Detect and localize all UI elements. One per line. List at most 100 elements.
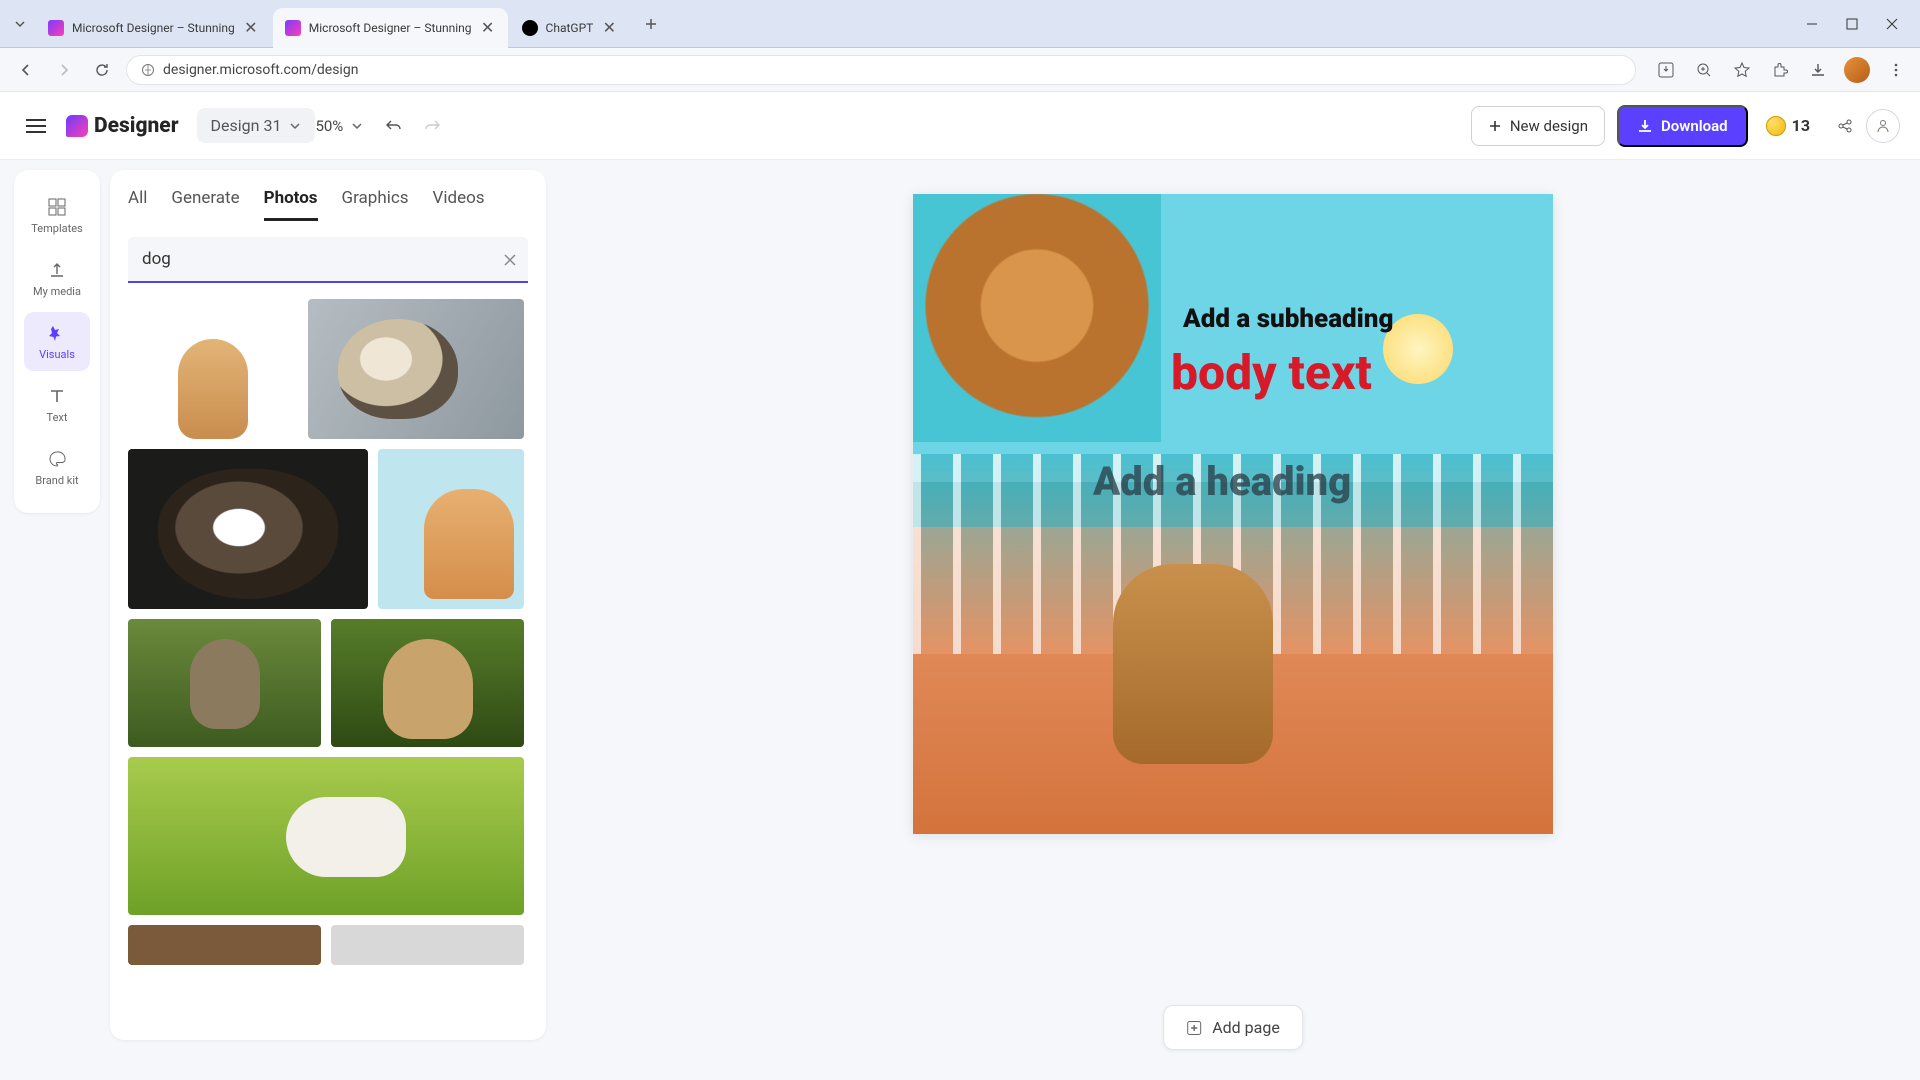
photo-result[interactable] bbox=[331, 619, 524, 747]
browser-tab[interactable]: Microsoft Designer – Stunning ✕ bbox=[36, 8, 271, 48]
rail-item-text[interactable]: Text bbox=[24, 375, 90, 434]
photo-result[interactable] bbox=[128, 925, 321, 965]
window-controls bbox=[1800, 12, 1912, 36]
undo-button[interactable] bbox=[379, 111, 409, 141]
redo-icon bbox=[423, 117, 441, 135]
url-actions bbox=[1654, 57, 1908, 83]
share-button[interactable] bbox=[1828, 109, 1862, 143]
photo-result[interactable] bbox=[378, 449, 524, 609]
close-window-button[interactable] bbox=[1880, 12, 1904, 36]
account-button[interactable] bbox=[1866, 109, 1900, 143]
close-icon[interactable]: ✕ bbox=[601, 20, 617, 36]
rail-item-templates[interactable]: Templates bbox=[24, 186, 90, 245]
rail-item-visuals[interactable]: Visuals bbox=[24, 312, 90, 371]
url-input[interactable]: designer.microsoft.com/design bbox=[126, 55, 1636, 85]
new-design-button[interactable]: New design bbox=[1471, 106, 1605, 146]
close-icon[interactable]: ✕ bbox=[243, 20, 259, 36]
url-bar: designer.microsoft.com/design bbox=[0, 48, 1920, 92]
favicon-icon bbox=[285, 20, 301, 36]
new-tab-button[interactable] bbox=[637, 10, 665, 38]
add-page-button[interactable]: Add page bbox=[1163, 1005, 1303, 1050]
download-button[interactable]: Download bbox=[1617, 105, 1748, 147]
search-input[interactable] bbox=[128, 237, 528, 283]
chevron-down-icon bbox=[351, 120, 363, 132]
photo-result[interactable] bbox=[128, 449, 368, 609]
app-logo[interactable]: Designer bbox=[66, 114, 179, 138]
canvas-sun-element bbox=[1383, 314, 1453, 384]
url-text: designer.microsoft.com/design bbox=[163, 62, 358, 78]
share-icon bbox=[1836, 117, 1854, 135]
rail-item-brand-kit[interactable]: Brand kit bbox=[24, 438, 90, 497]
credits-value: 13 bbox=[1792, 116, 1810, 135]
arrow-left-icon bbox=[18, 62, 34, 78]
panel-tabs: All Generate Photos Graphics Videos bbox=[128, 188, 528, 221]
minimize-icon bbox=[1806, 18, 1818, 30]
menu-button[interactable] bbox=[1884, 58, 1908, 82]
rail-label: Brand kit bbox=[35, 474, 78, 487]
design-name-dropdown[interactable]: Design 31 bbox=[197, 108, 316, 143]
browser-tab[interactable]: ChatGPT ✕ bbox=[510, 8, 630, 48]
canvas-dog-element[interactable] bbox=[1113, 564, 1273, 764]
photo-result[interactable] bbox=[308, 299, 524, 439]
redo-button[interactable] bbox=[417, 111, 447, 141]
plus-square-icon bbox=[1186, 1020, 1202, 1036]
downloads-button[interactable] bbox=[1806, 58, 1830, 82]
rail-item-my-media[interactable]: My media bbox=[24, 249, 90, 308]
chevron-down-icon bbox=[289, 120, 301, 132]
profile-avatar[interactable] bbox=[1844, 57, 1870, 83]
install-app-button[interactable] bbox=[1654, 58, 1678, 82]
photo-result[interactable] bbox=[128, 299, 298, 439]
hamburger-menu[interactable] bbox=[20, 110, 52, 142]
tab-generate[interactable]: Generate bbox=[171, 188, 239, 221]
canvas-area[interactable]: Add a subheading body text Add a heading… bbox=[546, 160, 1920, 1080]
minimize-button[interactable] bbox=[1800, 12, 1824, 36]
logo-mark-icon bbox=[66, 115, 88, 137]
tab-graphics[interactable]: Graphics bbox=[342, 188, 409, 221]
rail-label: Visuals bbox=[39, 348, 75, 361]
canvas-image-element[interactable] bbox=[913, 194, 1161, 442]
tab-all[interactable]: All bbox=[128, 188, 147, 221]
search-wrap bbox=[128, 237, 528, 283]
canvas-heading-text[interactable]: Add a heading bbox=[1093, 458, 1351, 505]
canvas-body-text[interactable]: body text bbox=[1171, 344, 1372, 401]
forward-button[interactable] bbox=[50, 56, 78, 84]
left-rail: Templates My media Visuals Text Brand ki… bbox=[14, 170, 100, 513]
brand-name: Designer bbox=[94, 114, 179, 138]
clear-search-button[interactable] bbox=[502, 252, 518, 268]
photo-result[interactable] bbox=[128, 757, 524, 915]
design-canvas[interactable]: Add a subheading body text Add a heading bbox=[913, 194, 1553, 834]
tab-title: ChatGPT bbox=[546, 21, 594, 35]
photo-result[interactable] bbox=[331, 925, 524, 965]
chevron-down-icon bbox=[14, 18, 26, 30]
zoom-value: 50% bbox=[315, 117, 343, 135]
zoom-button[interactable] bbox=[1692, 58, 1716, 82]
tab-photos[interactable]: Photos bbox=[264, 188, 318, 221]
reload-icon bbox=[94, 62, 110, 78]
browser-tab[interactable]: Microsoft Designer – Stunning ✕ bbox=[273, 8, 508, 48]
coin-icon bbox=[1766, 116, 1786, 136]
back-button[interactable] bbox=[12, 56, 40, 84]
extensions-button[interactable] bbox=[1768, 58, 1792, 82]
zoom-dropdown[interactable]: 50% bbox=[315, 117, 363, 135]
close-icon[interactable]: ✕ bbox=[480, 20, 496, 36]
tab-search-dropdown[interactable] bbox=[8, 12, 32, 36]
templates-icon bbox=[46, 196, 68, 218]
close-icon bbox=[502, 252, 518, 268]
tab-videos[interactable]: Videos bbox=[433, 188, 485, 221]
reload-button[interactable] bbox=[88, 56, 116, 84]
person-icon bbox=[1874, 117, 1892, 135]
palette-icon bbox=[46, 448, 68, 470]
bookmark-button[interactable] bbox=[1730, 58, 1754, 82]
photo-results[interactable] bbox=[128, 299, 528, 1040]
close-icon bbox=[1886, 18, 1898, 30]
star-icon bbox=[1733, 61, 1751, 79]
rail-label: Text bbox=[47, 411, 68, 424]
maximize-button[interactable] bbox=[1840, 12, 1864, 36]
plus-icon bbox=[1488, 119, 1502, 133]
rail-label: My media bbox=[33, 285, 81, 298]
plus-icon bbox=[644, 17, 658, 31]
photo-result[interactable] bbox=[128, 619, 321, 747]
canvas-subheading-text[interactable]: Add a subheading bbox=[1183, 304, 1393, 334]
credits-counter[interactable]: 13 bbox=[1766, 116, 1810, 136]
download-icon bbox=[1637, 118, 1653, 134]
